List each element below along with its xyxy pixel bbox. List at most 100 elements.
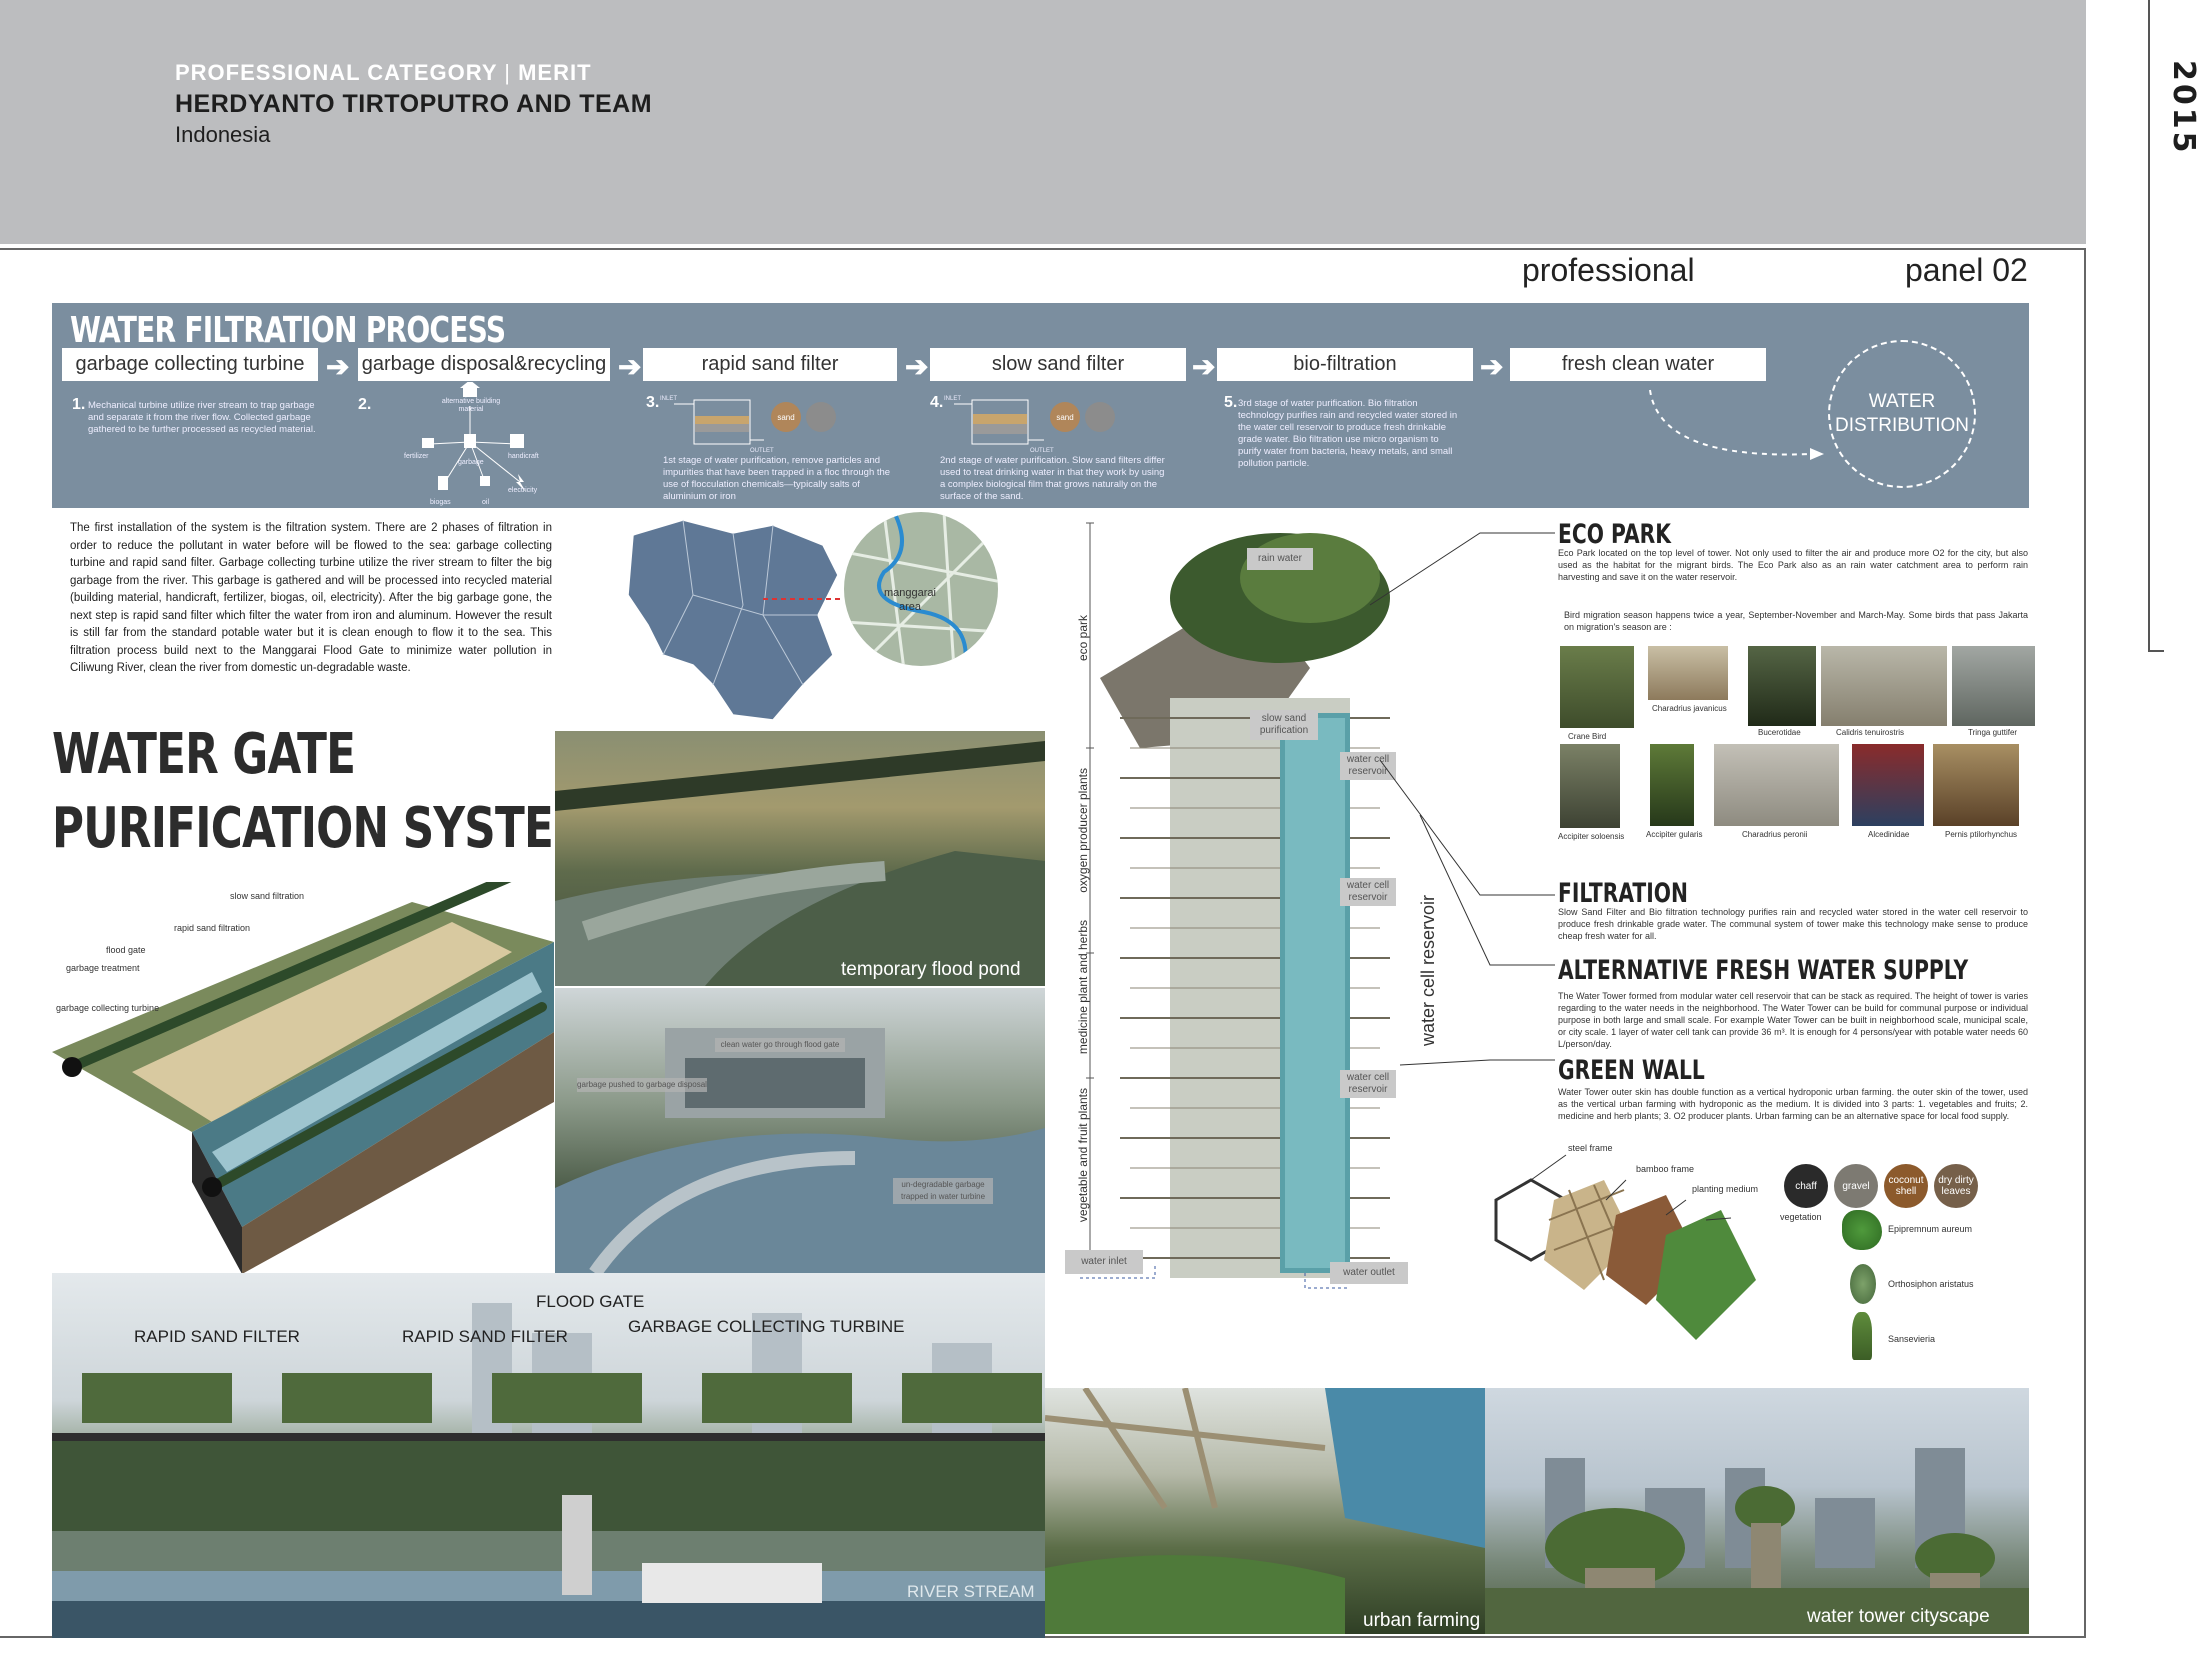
- water-gate-3d-render: [52, 882, 554, 1274]
- section-render: RAPID SAND FILTER RAPID SAND FILTER FLOO…: [52, 1273, 1045, 1638]
- bird-photo: [1852, 744, 1924, 826]
- sand-sample-icon: sand: [1050, 402, 1080, 432]
- bird-photo: [1650, 744, 1694, 826]
- layer-label: planting medium: [1692, 1184, 1759, 1194]
- render-label: garbage treatment: [66, 963, 140, 973]
- team-name: HERDYANTO TIRTOPUTRO AND TEAM: [175, 90, 653, 118]
- filtration-section-title: FILTRATION: [1558, 878, 1688, 909]
- arrow-icon: ➔: [618, 351, 642, 382]
- bird-name: Calidris tenuirostris: [1836, 728, 1905, 737]
- plant-icon: [1850, 1264, 1876, 1304]
- step-number: 1.: [72, 396, 86, 413]
- recycle-label: garbage: [458, 459, 484, 466]
- step-number: 3.: [646, 394, 660, 411]
- water-gate-title: WATER GATE PURIFICATION SYSTEM: [52, 718, 596, 866]
- arrow-icon: ➔: [1192, 351, 1216, 382]
- award-category: PROFESSIONAL CATEGORY | MERIT: [175, 60, 592, 86]
- pond-illustration: [555, 741, 1045, 986]
- recycle-label: biogas: [430, 499, 451, 506]
- recycle-label: handicraft: [508, 453, 539, 460]
- bird-photo: [1933, 744, 2019, 826]
- bird-photo: [1560, 646, 1634, 728]
- recycle-label: alternative building material: [441, 398, 501, 413]
- tower-tag: rain water: [1247, 548, 1313, 570]
- render-label: rapid sand filtration: [174, 923, 251, 933]
- bird-name: Tringa guttifer: [1968, 728, 2018, 737]
- section-label: GARBAGE COLLECTING TURBINE: [628, 1317, 905, 1336]
- photo-caption: urban farming: [1363, 1610, 1481, 1631]
- bird-name: Pernis ptilorhynchus: [1945, 830, 2018, 839]
- recycle-label: electricity: [508, 487, 538, 494]
- plant-name: Orthosiphon aristatus: [1888, 1279, 1974, 1289]
- bird-name: Bucerotidae: [1758, 728, 1801, 737]
- intro-paragraph: The first installation of the system is …: [70, 522, 552, 674]
- rapid-sand-filter-diagram: [674, 399, 764, 445]
- plant-icon: [1852, 1312, 1872, 1360]
- tower-tag: water inlet: [1065, 1250, 1143, 1274]
- category-label: PROFESSIONAL CATEGORY: [175, 60, 498, 85]
- plant-name: Epipremnum aureum: [1888, 1224, 1973, 1234]
- arrow-icon: ➔: [1480, 351, 1504, 382]
- migration-text: Bird migration season happens twice a ye…: [1564, 610, 2028, 632]
- green-wall-body: Water Tower outer skin has double functi…: [1558, 1087, 2028, 1121]
- gravel-sample-icon: [1085, 402, 1115, 432]
- step-rapid-sand: rapid sand filter: [643, 348, 897, 381]
- tower-zone-label: eco park: [1076, 615, 1090, 662]
- panel-category: professional: [1522, 252, 1695, 288]
- recycle-label: fertilizer: [404, 453, 429, 460]
- section-label: RAPID SAND FILTER: [134, 1327, 300, 1346]
- filtration-title: WATER FILTRATION PROCESS: [70, 310, 506, 351]
- gate-note: garbage pushed to garbage disposal: [577, 1078, 707, 1092]
- gravel-sample-icon: [806, 402, 836, 432]
- section-label: RIVER STREAM: [907, 1582, 1035, 1601]
- bird-name: Accipiter soloensis: [1558, 832, 1625, 841]
- distribution-arrow: [1649, 389, 1824, 460]
- prize-sidebar: FUTURARC PRIZE 2015: [2166, 60, 2200, 460]
- award-label: MERIT: [518, 60, 592, 85]
- prize-title: FUTURARC PRIZE 2015: [2166, 60, 2200, 156]
- category-separator: |: [504, 60, 511, 85]
- layer-label: vegetation: [1780, 1212, 1822, 1222]
- cityscape-photo: water tower cityscape: [1485, 1388, 2029, 1634]
- bird-name: Accipiter gularis: [1646, 830, 1703, 839]
- green-wall-title: GREEN WALL: [1558, 1055, 1705, 1086]
- section-label: RAPID SAND FILTER: [402, 1327, 568, 1346]
- step-number: 5.: [1224, 394, 1238, 411]
- bird-photo: [1560, 744, 1620, 828]
- gate-note: un-degradable garbage trapped in water t…: [893, 1178, 993, 1204]
- tower-zone-label: medicine plant and herbs: [1076, 920, 1090, 1055]
- sidebar-divider: [2148, 0, 2150, 650]
- bird-photo: [1714, 744, 1839, 826]
- flood-pond-photo: temporary flood pond: [555, 731, 1045, 986]
- farming-illustration: [1045, 1388, 1485, 1634]
- media-dry-leaves: dry dirty leaves: [1934, 1164, 1978, 1208]
- layer-label: bamboo frame: [1636, 1164, 1695, 1174]
- step-number: 2.: [358, 396, 372, 413]
- step-description: 3rd stage of water purification. Bio fil…: [1238, 398, 1458, 469]
- sidebar-tick: [2148, 650, 2164, 652]
- gate-note: clean water go through flood gate: [715, 1038, 845, 1052]
- bird-photo: [1952, 646, 2035, 726]
- section-label: FLOOD GATE: [536, 1292, 645, 1311]
- alt-supply-body: The Water Tower formed from modular wate…: [1558, 991, 2028, 1049]
- bird-name: Charadrius peronii: [1742, 830, 1808, 839]
- layer-label: steel frame: [1568, 1143, 1613, 1153]
- inlet-label: INLET: [660, 396, 678, 402]
- bird-name: Alcedinidae: [1868, 830, 1910, 839]
- media-chaff: chaff: [1784, 1164, 1828, 1208]
- media-gravel: gravel: [1834, 1164, 1878, 1208]
- step-description: Mechanical turbine utilize river stream …: [88, 400, 316, 435]
- render-label: slow sand filtration: [230, 891, 305, 901]
- gate-illustration: [555, 1028, 1045, 1273]
- plant-icon: [1842, 1210, 1882, 1250]
- render-label: flood gate: [106, 945, 146, 955]
- step-description: 2nd stage of water purification. Slow sa…: [940, 455, 1165, 502]
- tower-tag: slow sand purification: [1250, 710, 1318, 740]
- tower-zone-label: oxygen producer plants: [1076, 768, 1090, 893]
- tower-tag: water outlet: [1330, 1262, 1408, 1284]
- bird-photo: [1821, 646, 1947, 726]
- media-coconut-shell: coconut shell: [1884, 1164, 1928, 1208]
- alt-supply-title: ALTERNATIVE FRESH WATER SUPPLY: [1558, 955, 1969, 986]
- arrow-icon: ➔: [905, 351, 929, 382]
- step-slow-sand: slow sand filter: [930, 348, 1186, 381]
